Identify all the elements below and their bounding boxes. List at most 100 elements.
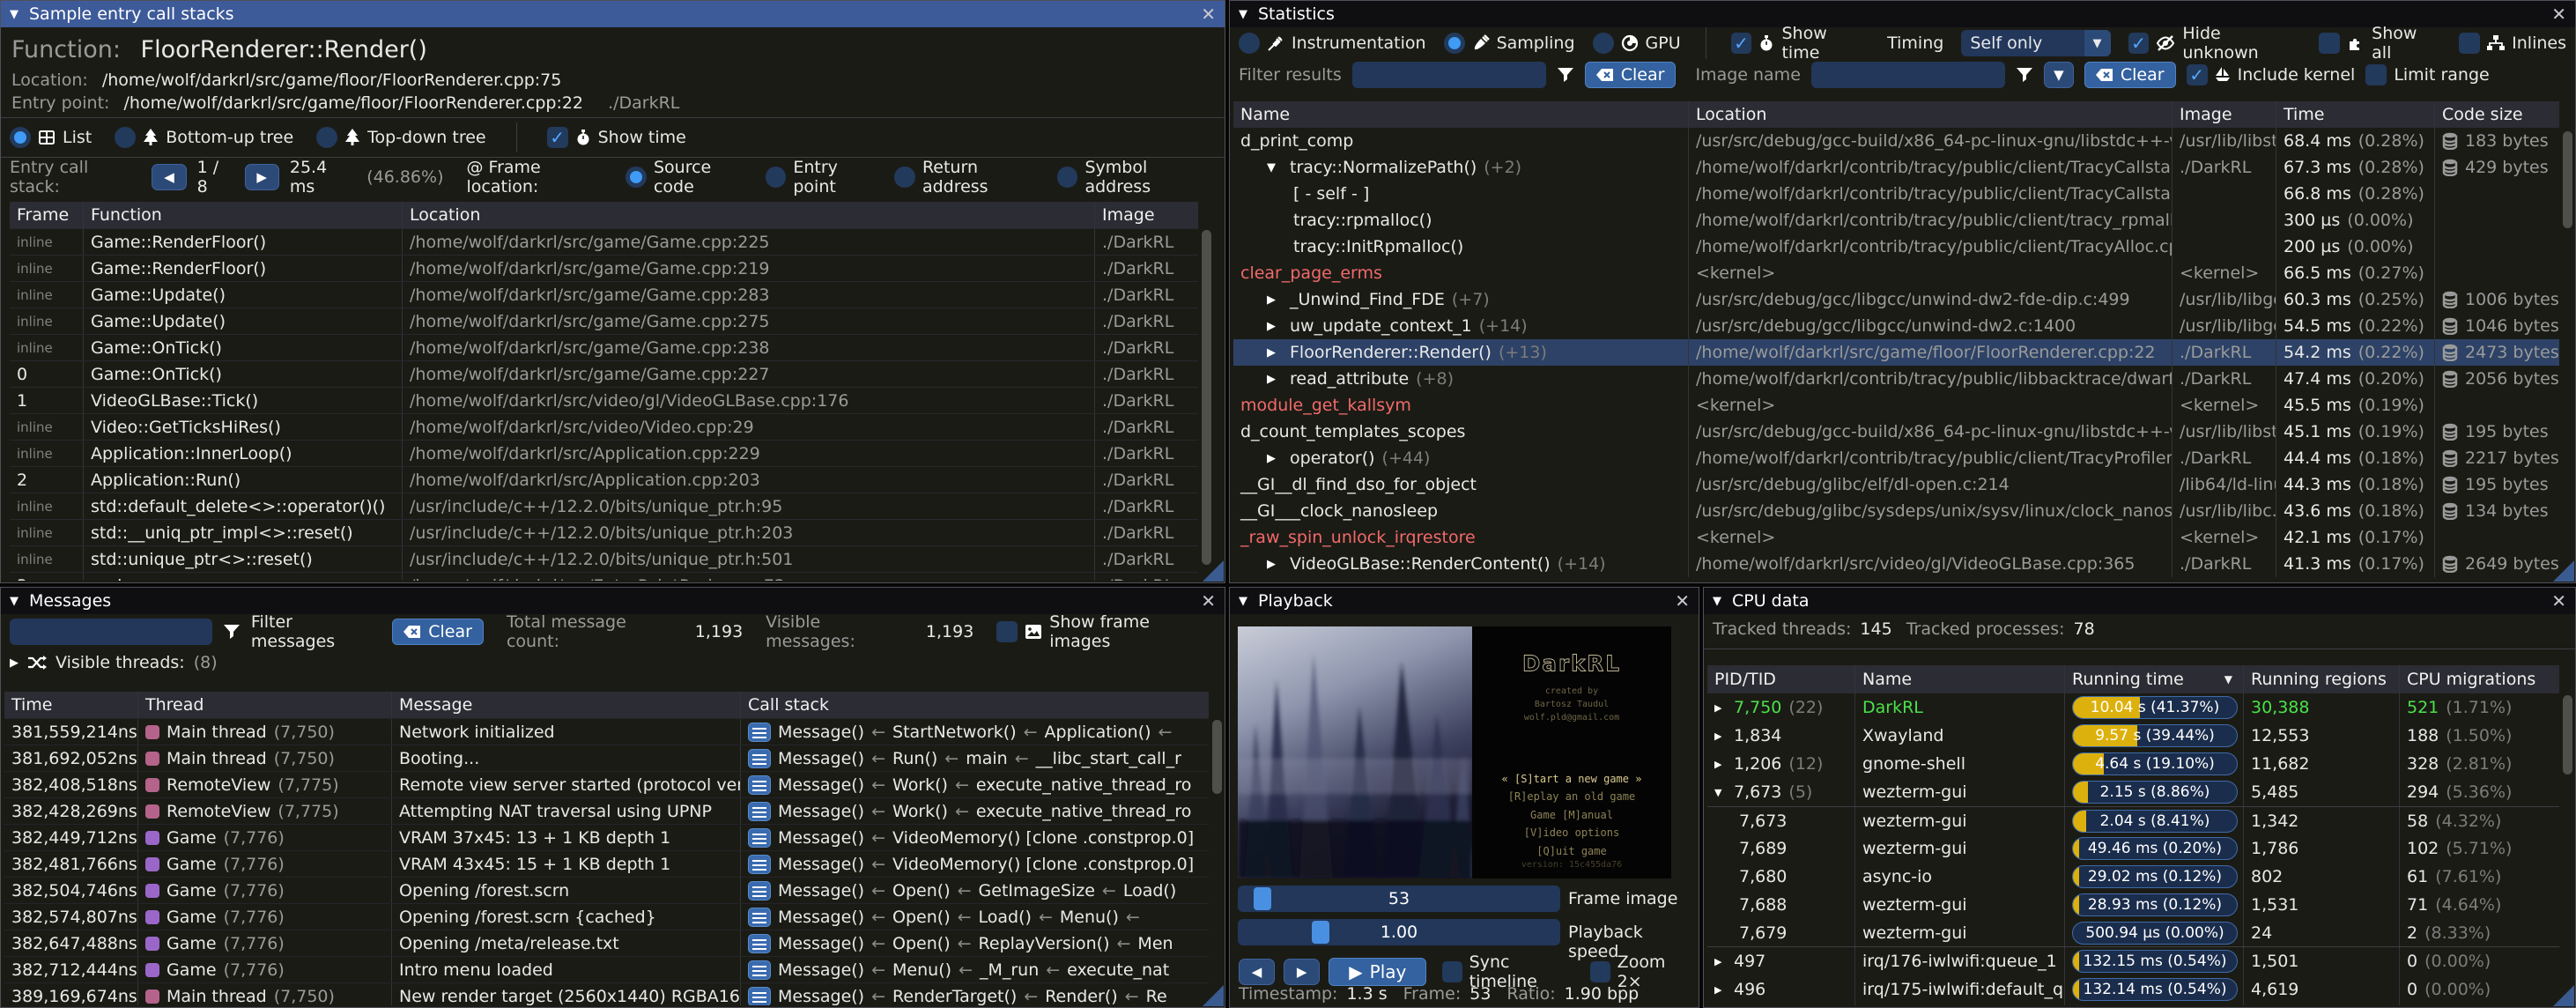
messages-titlebar[interactable]: ▼ Messages ✕ (1, 588, 1225, 614)
prev-frame-button[interactable]: ◀ (1239, 959, 1275, 985)
expand-icon[interactable]: ▶ (1267, 293, 1283, 307)
call-stack-icon[interactable] (748, 723, 771, 742)
show-all-checkbox[interactable]: ✓Show all (2319, 24, 2441, 63)
filter-messages-input[interactable] (10, 619, 212, 645)
table-row[interactable]: tracy::rpmalloc()/home/wolf/darkrl/contr… (1233, 207, 2559, 233)
table-row[interactable]: 381,559,214nsMain thread(7,750)Network i… (4, 718, 1209, 745)
column-header-location[interactable]: Location (403, 202, 1095, 228)
column-header-image[interactable]: Image (2173, 101, 2276, 128)
table-row[interactable]: inlineGame::RenderFloor()/home/wolf/dark… (10, 228, 1198, 255)
column-header-running-regions[interactable]: Running regions (2244, 665, 2400, 693)
stats-source-sampling[interactable]: Sampling (1444, 33, 1575, 54)
table-row[interactable]: ▶_Unwind_Find_FDE(+7)/usr/src/debug/gcc/… (1233, 286, 2559, 313)
expand-icon[interactable]: ▶ (1714, 759, 1727, 770)
table-row[interactable]: inlineGame::OnTick()/home/wolf/darkrl/sr… (10, 334, 1198, 360)
expand-icon[interactable]: ▶ (1714, 702, 1727, 714)
call-stack-icon[interactable] (748, 802, 771, 821)
stats-show-time-checkbox[interactable]: ✓Show time (1731, 24, 1870, 63)
call-stack-icon[interactable] (748, 934, 771, 953)
sample-panel-titlebar[interactable]: ▼ Sample entry call stacks ✕ (1, 1, 1225, 27)
table-row[interactable]: 7,673wezterm-gui2.04 s (8.41%)1,34258(4.… (1707, 806, 2559, 834)
expand-icon[interactable]: ▶ (10, 656, 19, 670)
frame-location-entry-point[interactable]: Entry point (766, 158, 885, 196)
call-stack-icon[interactable] (748, 749, 771, 768)
table-row[interactable]: 389,169,674nsMain thread(7,750)New rende… (4, 982, 1209, 1005)
close-icon[interactable]: ✕ (2551, 5, 2566, 23)
stats-source-gpu[interactable]: GPU (1593, 33, 1681, 54)
vertical-scrollbar[interactable] (2562, 101, 2573, 579)
table-row[interactable]: ▶119kworker/u17:0+i915_flip127.48 ms (0.… (1707, 1004, 2559, 1005)
image-filter-dropdown[interactable]: ▼ (2044, 62, 2074, 88)
table-row[interactable]: inlinestd::__uniq_ptr_impl<>::reset()/us… (10, 519, 1198, 545)
call-stack-icon[interactable] (748, 828, 771, 848)
table-row[interactable]: ▶operator()(+44)/home/wolf/darkrl/contri… (1233, 445, 2559, 471)
filter-funnel-icon[interactable] (223, 624, 241, 640)
expand-icon[interactable]: ▶ (1267, 346, 1283, 359)
table-row[interactable]: ▶497irq/176-iwlwifi:queue_1132.15 ms (0.… (1707, 947, 2559, 975)
table-row[interactable]: tracy::InitRpmalloc()/home/wolf/darkrl/c… (1233, 233, 2559, 260)
column-header-location[interactable]: Location (1689, 101, 2173, 128)
call-stack-icon[interactable] (748, 855, 771, 874)
table-row[interactable]: 3main/home/wolf/darkrl/src/EntryPointPos… (10, 572, 1198, 581)
collapse-icon[interactable]: ▼ (1714, 787, 1727, 798)
image-name-input[interactable] (1811, 62, 2005, 88)
close-icon[interactable]: ✕ (1201, 5, 1216, 23)
column-header-pid-tid[interactable]: PID/TID (1707, 665, 1855, 693)
table-row[interactable]: inlinestd::default_delete<>::operator()(… (10, 493, 1198, 519)
table-row[interactable]: inlineGame::Update()/home/wolf/darkrl/sr… (10, 308, 1198, 334)
column-header-name[interactable]: Name (1233, 101, 1689, 128)
timing-dropdown[interactable]: Self only▼ (1961, 30, 2110, 56)
inlines-checkbox[interactable]: ✓Inlines (2459, 33, 2566, 54)
table-row[interactable]: ▶uw_update_context_1(+14)/usr/src/debug/… (1233, 313, 2559, 339)
column-header-running-time[interactable]: Running time▼ (2065, 665, 2244, 693)
table-row[interactable]: clear_page_erms<kernel><kernel>66.5 ms(0… (1233, 260, 2559, 286)
table-row[interactable]: 382,574,807nsGame(7,776)Opening /forest.… (4, 903, 1209, 930)
view-mode-bottom-up-tree[interactable]: Bottom-up tree (115, 127, 293, 148)
table-row[interactable]: module_get_kallsym<kernel><kernel>45.5 m… (1233, 392, 2559, 419)
call-stack-icon[interactable] (748, 881, 771, 901)
table-row[interactable]: _raw_spin_unlock_irqrestore<kernel><kern… (1233, 524, 2559, 551)
call-stack-icon[interactable] (748, 775, 771, 795)
column-header-image[interactable]: Image (1095, 202, 1198, 228)
frame-image-slider[interactable]: 53 (1238, 886, 1560, 912)
table-row[interactable]: 0Game::OnTick()/home/wolf/darkrl/src/gam… (10, 360, 1198, 387)
column-header-frame[interactable]: Frame (10, 202, 84, 228)
table-row[interactable]: __GI__dl_find_dso_for_object/usr/src/deb… (1233, 471, 2559, 498)
clear-button[interactable]: Clear (1585, 62, 1677, 88)
table-row[interactable]: 382,504,746nsGame(7,776)Opening /forest.… (4, 877, 1209, 903)
resize-grip[interactable] (1203, 985, 1224, 1006)
clear-button[interactable]: Clear (392, 619, 484, 645)
table-row[interactable]: 382,408,518nsRemoteView(7,775)Remote vie… (4, 771, 1209, 797)
resize-grip[interactable] (2553, 560, 2574, 582)
table-row[interactable]: [ - self - ]/home/wolf/darkrl/contrib/tr… (1233, 181, 2559, 207)
play-button[interactable]: ▶Play (1329, 958, 1426, 986)
column-header-time[interactable]: Time (4, 692, 138, 718)
column-header-time[interactable]: Time (2276, 101, 2435, 128)
filter-results-input[interactable] (1352, 62, 1546, 88)
table-row[interactable]: d_print_comp/usr/src/debug/gcc-build/x86… (1233, 128, 2559, 154)
table-row[interactable]: ▶read_attribute(+8)/home/wolf/darkrl/con… (1233, 366, 2559, 392)
close-icon[interactable]: ✕ (1201, 592, 1216, 610)
table-row[interactable]: __GI___clock_nanosleep/usr/src/debug/gli… (1233, 498, 2559, 524)
limit-range-checkbox[interactable]: ✓Limit range (2365, 64, 2489, 85)
table-row[interactable]: 7,688wezterm-gui28.93 ms (0.12%)1,53171(… (1707, 891, 2559, 919)
expand-icon[interactable]: ▶ (1714, 984, 1727, 996)
chevron-down-icon[interactable]: ▼ (2084, 30, 2111, 56)
table-row[interactable]: 7,689wezterm-gui49.46 ms (0.20%)1,786102… (1707, 834, 2559, 863)
table-row[interactable]: inlineGame::RenderFloor()/home/wolf/dark… (10, 255, 1198, 281)
table-row[interactable]: inlineGame::Update()/home/wolf/darkrl/sr… (10, 281, 1198, 308)
table-row[interactable]: ▶7,750(22)DarkRL10.04 s (41.37%)30,38852… (1707, 693, 2559, 722)
show-time-checkbox[interactable]: ✓Show time (547, 127, 686, 148)
table-row[interactable]: inlineVideo::GetTicksHiRes()/home/wolf/d… (10, 413, 1198, 440)
prev-call-stack-button[interactable]: ◀ (152, 164, 186, 190)
next-frame-button[interactable]: ▶ (1284, 959, 1320, 985)
table-row[interactable]: 381,692,052nsMain thread(7,750)Booting..… (4, 745, 1209, 771)
call-stack-icon[interactable] (748, 960, 771, 980)
expand-icon[interactable]: ▶ (1267, 373, 1283, 386)
table-row[interactable]: inlinestd::unique_ptr<>::reset()/usr/inc… (10, 545, 1198, 572)
table-row[interactable]: ▶1,834Xwayland9.57 s (39.44%)12,553188(1… (1707, 722, 2559, 750)
clear-button[interactable]: Clear (2084, 62, 2176, 88)
table-row[interactable]: d_count_templates_scopes/usr/src/debug/g… (1233, 419, 2559, 445)
collapse-icon[interactable]: ▼ (10, 595, 19, 608)
table-row[interactable]: ▶FloorRenderer::Render()(+13)/home/wolf/… (1233, 339, 2559, 366)
